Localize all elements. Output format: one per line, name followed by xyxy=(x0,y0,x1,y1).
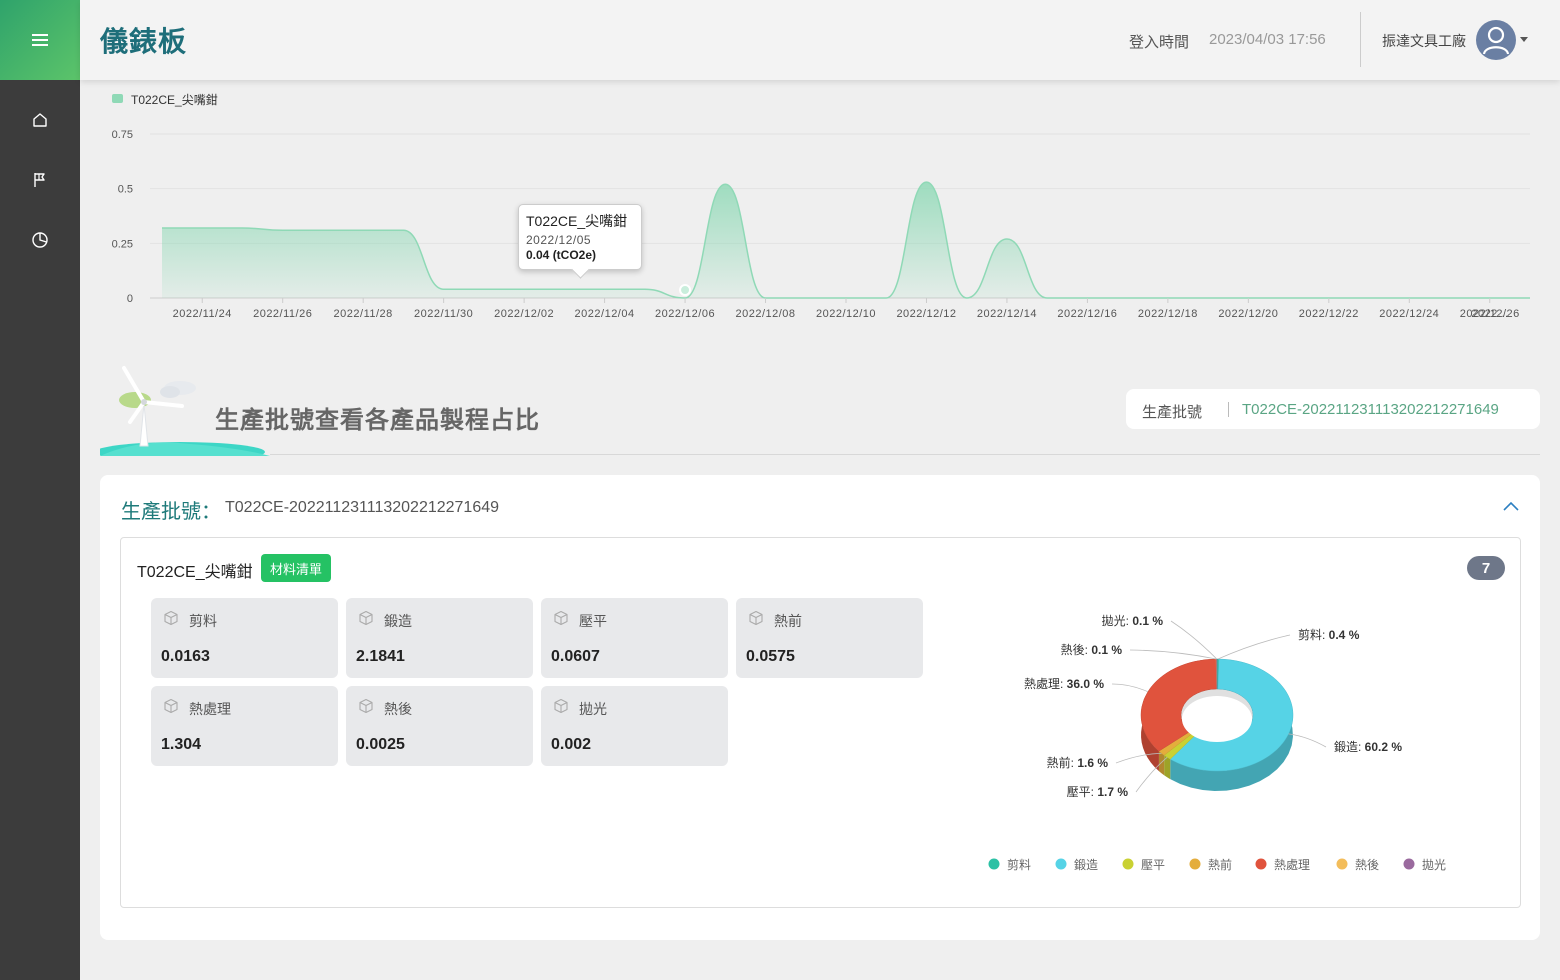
legend-text: 拋光 xyxy=(1422,857,1446,872)
area-chart-svg: T022CE_尖嘴鉗 0 0.25 0.5 0.75 2022/11/24 2022/11/… xyxy=(112,92,1530,320)
sidebar-item-flag[interactable] xyxy=(0,150,80,210)
login-time-value: 2023/04/03 17:56 xyxy=(1209,31,1326,48)
login-time-label: 登入時間 xyxy=(1129,34,1190,51)
x-tick-label: 2022/12/16 xyxy=(1057,308,1117,320)
x-tick-label: 2022/12/10 xyxy=(816,308,876,320)
x-tick-label: 2022/12/02 xyxy=(494,308,554,320)
menu-toggle-button[interactable] xyxy=(0,0,80,80)
label-leader-line xyxy=(1288,733,1327,748)
collapse-chevron-up-icon[interactable] xyxy=(1502,497,1520,515)
pie-legend-item[interactable]: 剪料 xyxy=(988,857,1032,872)
x-tick-label: 2022/12/08 xyxy=(735,308,795,320)
user-name: 振達文具工廠 xyxy=(1382,33,1466,49)
y-tick-label: 0 xyxy=(127,293,133,305)
slice-label: 熱前: 1.6 % xyxy=(1047,755,1109,770)
legend-dot xyxy=(988,858,1000,870)
x-tick-label: 2022/12/06 xyxy=(655,308,715,320)
hover-point[interactable] xyxy=(679,284,692,296)
x-tick-label: 2022/11/26 xyxy=(253,308,312,320)
batch-selector-label: 生產批號 xyxy=(1142,404,1203,421)
y-tick-label: 0.25 xyxy=(112,238,133,250)
donut-hole xyxy=(1182,696,1252,742)
x-tick-label: 2022/12/20 xyxy=(1218,308,1278,320)
section-title: 生產批號查看各產品製程占比 xyxy=(215,407,540,434)
slice-label: 拋光: 0.1 % xyxy=(1102,613,1164,628)
pie-legend-item[interactable]: 拋光 xyxy=(1403,857,1447,872)
x-tick-label: 2022/12/12 xyxy=(896,308,956,320)
legend-text: 熱前 xyxy=(1208,857,1232,872)
slice-label: 壓平: 1.7 % xyxy=(1067,785,1129,799)
y-tick-label: 0.75 xyxy=(112,129,133,141)
process-donut-chart: 剪料: 0.4 % 鍛造: 60.2 % 壓平: 1.7 % 熱前: 1.6 % 熱處理… xyxy=(988,613,1447,872)
legend-text: 壓平 xyxy=(1141,858,1165,872)
page-title: 儀錶板 xyxy=(100,26,188,57)
pie-legend-item[interactable]: 壓平 xyxy=(1122,858,1166,872)
x-tick-label: 2022/12/24 xyxy=(1379,308,1439,320)
legend-dot xyxy=(1189,858,1201,870)
user-menu-dropdown-icon[interactable] xyxy=(1520,37,1528,42)
series-area xyxy=(162,182,1530,298)
y-tick-label: 0.5 xyxy=(118,184,133,196)
hamburger-icon xyxy=(32,34,48,46)
legend-swatch xyxy=(112,94,123,103)
tooltip-date: 2022/12/05 xyxy=(526,233,592,247)
slice-label: 熱後: 0.1 % xyxy=(1061,643,1123,657)
legend-dot xyxy=(1403,858,1415,870)
legend-dot xyxy=(1336,858,1348,870)
x-tick-label: 2022/12/14 xyxy=(977,308,1037,320)
x-tick-label: 2022/11/30 xyxy=(414,308,473,320)
legend-dot xyxy=(1055,858,1067,870)
batch-selector[interactable]: 生產批號 T022CE-202211231113202212271649 xyxy=(1126,389,1540,429)
legend-text: 鍛造 xyxy=(1074,858,1098,872)
section-divider xyxy=(270,454,1540,455)
chart-tooltip: T022CE_尖嘴鉗 2022/12/05 0.04 (tCO2e) xyxy=(518,204,642,270)
user-avatar[interactable] xyxy=(1476,20,1516,60)
batch-card: 生產批號： T022CE-202211231113202212271649 T0… xyxy=(100,475,1540,940)
pie-legend-item[interactable]: 熱後 xyxy=(1336,858,1380,872)
x-tick-label: 2022/11/28 xyxy=(334,308,393,320)
user-icon xyxy=(1482,26,1510,55)
emission-chart: T022CE_尖嘴鉗 0 0.25 0.5 0.75 2022/11/24 2022/11/… xyxy=(80,80,1560,330)
legend-dot xyxy=(1122,858,1134,870)
pie-legend-item[interactable]: 熱前 xyxy=(1189,857,1233,872)
pie-legend-item[interactable]: 熱處理 xyxy=(1255,858,1311,872)
sidebar-item-home[interactable] xyxy=(0,90,80,150)
home-icon xyxy=(33,113,47,127)
pie-chart-icon xyxy=(32,232,48,248)
label-leader-line xyxy=(1111,683,1149,693)
x-tick-label: 2022... xyxy=(1471,308,1508,320)
batch-selector-value: T022CE-202211231113202212271649 xyxy=(1242,401,1499,418)
product-panel: T022CE_尖嘴鉗 材料清單 7 剪料 0.0163 鍛造 2.1841 壓平 0.06… xyxy=(120,537,1521,908)
slice-label: 熱處理: 36.0 % xyxy=(1024,677,1104,691)
x-tick-label: 2022/12/04 xyxy=(575,308,635,320)
sidebar-item-chart[interactable] xyxy=(0,210,80,270)
tooltip-title: T022CE_尖嘴鉗 xyxy=(526,213,628,229)
legend-text: 熱後 xyxy=(1355,858,1379,872)
slice-label: 鍛造: 60.2 % xyxy=(1334,740,1402,754)
label-leader-line xyxy=(1217,634,1291,660)
pie-legend-item[interactable]: 鍛造 xyxy=(1055,858,1099,872)
card-batch-label: 生產批號： xyxy=(121,501,221,523)
tooltip-value: 0.04 (tCO2e) xyxy=(526,248,597,262)
header-divider xyxy=(1360,12,1361,67)
x-tick-label: 2022/12/22 xyxy=(1299,308,1359,320)
top-header: 儀錶板 登入時間 2023/04/03 17:56 振達文具工廠 xyxy=(80,0,1560,80)
legend-dot xyxy=(1255,858,1267,870)
legend-text: 熱處理 xyxy=(1274,858,1310,872)
label-leader-line xyxy=(1129,649,1217,660)
x-tick-label: 2022/11/24 xyxy=(173,308,232,320)
legend-text: 剪料 xyxy=(1007,857,1031,872)
x-tick-label: 2022/12/18 xyxy=(1138,308,1198,320)
card-batch-value: T022CE-202211231113202212271649 xyxy=(225,499,500,516)
legend-label: T022CE_尖嘴鉗 xyxy=(131,92,218,107)
slice-label: 剪料: 0.4 % xyxy=(1298,627,1360,642)
sidebar xyxy=(0,0,80,980)
flag-icon xyxy=(34,173,45,187)
batch-selector-divider xyxy=(1228,402,1229,417)
